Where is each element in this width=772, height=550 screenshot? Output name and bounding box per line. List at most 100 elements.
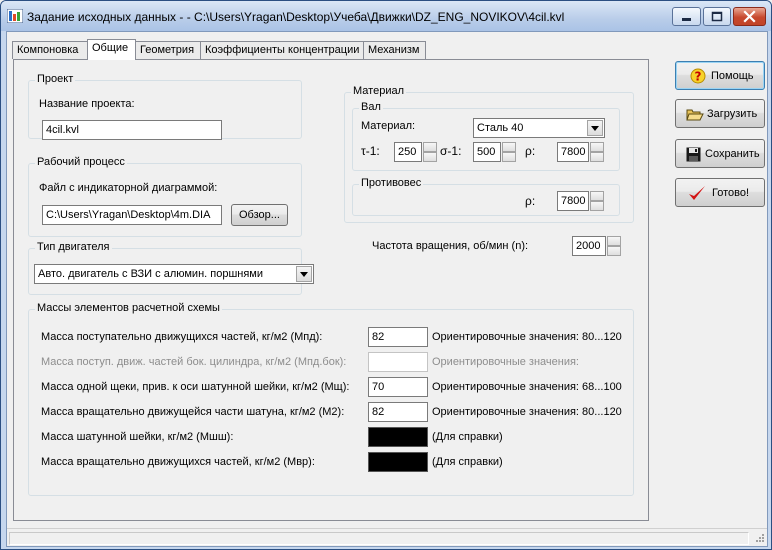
rpm-input[interactable]: 2000: [572, 236, 606, 256]
shaft-rho-spinner[interactable]: [590, 142, 604, 162]
tab-mechanism[interactable]: Механизм: [363, 41, 426, 59]
load-button[interactable]: Загрузить: [675, 99, 765, 128]
mass-rotating-output: [368, 452, 428, 472]
app-icon: [7, 9, 23, 23]
mass-hint: (Для справки): [432, 456, 503, 468]
mass-hint: (Для справки): [432, 431, 503, 443]
engine-type-value: Авто. двигатель с ВЗИ с алюмин. поршнями: [38, 268, 264, 280]
spin-up-button[interactable]: [590, 142, 604, 152]
minimize-icon: [682, 18, 691, 21]
sigma-label: σ-1:: [440, 144, 462, 158]
spin-down-button[interactable]: [502, 152, 516, 162]
floppy-disk-icon: [686, 147, 701, 162]
svg-text:?: ?: [695, 70, 702, 84]
spin-up-button[interactable]: [590, 191, 604, 201]
mass-hint: Ориентировочные значения: 80...120: [432, 406, 622, 418]
engine-type-select[interactable]: Авто. двигатель с ВЗИ с алюмин. поршнями: [34, 264, 314, 284]
spin-down-button[interactable]: [590, 152, 604, 162]
rpm-spinner[interactable]: [607, 236, 621, 256]
maximize-button[interactable]: [703, 7, 731, 26]
help-button-label: Помощь: [711, 69, 754, 82]
mass-crankpin-output: [368, 427, 428, 447]
mass-conrod-rotating-input[interactable]: 82: [368, 402, 428, 422]
counterweight-rho-label: ρ:: [525, 194, 536, 208]
tau-spinner[interactable]: [423, 142, 437, 162]
group-title: Тип двигателя: [35, 241, 112, 253]
engine-type-group: Тип двигателя Авто. двигатель с ВЗИ с ал…: [28, 241, 314, 295]
spin-up-button[interactable]: [502, 142, 516, 152]
tab-label: Геометрия: [140, 44, 195, 56]
project-name-label: Название проекта:: [39, 98, 135, 110]
minimize-button[interactable]: [672, 7, 701, 26]
maximize-icon: [711, 11, 723, 22]
mass-label: Масса одной щеки, прив. к оси шатунной ш…: [41, 381, 350, 393]
group-title: Вал: [359, 101, 383, 113]
masses-group: Массы элементов расчетной схемы Масса по…: [28, 302, 634, 496]
indicator-file-input[interactable]: C:\Users\Yragan\Desktop\4m.DIA: [42, 205, 222, 225]
title-bar[interactable]: Задание исходных данных - - C:\Users\Yra…: [1, 1, 771, 31]
checkmark-icon: [689, 186, 705, 200]
mass-label: Масса вращательно движущейся части шатун…: [41, 406, 345, 418]
folder-open-icon: [686, 109, 704, 121]
save-button[interactable]: Сохранить: [675, 139, 765, 168]
mass-label: Масса вращательно движущихся частей, кг/…: [41, 456, 315, 468]
spin-down-button[interactable]: [590, 201, 604, 211]
tau-label: τ-1:: [361, 144, 380, 158]
close-icon: [743, 10, 756, 23]
shaft-rho-label: ρ:: [525, 144, 536, 158]
tau-input[interactable]: 250: [394, 142, 422, 162]
browse-button[interactable]: Обзор...: [231, 204, 288, 226]
spin-down-button[interactable]: [607, 246, 621, 256]
help-button[interactable]: ? Помощь: [675, 61, 765, 90]
tab-geometry[interactable]: Геометрия: [135, 41, 201, 59]
sigma-spinner[interactable]: [502, 142, 516, 162]
group-title: Рабочий процесс: [35, 156, 127, 168]
tab-concentration-coefficients[interactable]: Коэффициенты концентрации: [200, 41, 364, 59]
sigma-input[interactable]: 500: [473, 142, 501, 162]
project-name-input[interactable]: 4cil.kvl: [42, 120, 222, 140]
tab-label: Коэффициенты концентрации: [205, 44, 360, 56]
load-button-label: Загрузить: [707, 107, 758, 120]
tab-layout[interactable]: Компоновка: [12, 41, 88, 59]
tab-general[interactable]: Общие: [87, 39, 136, 60]
shaft-material-select[interactable]: Сталь 40: [473, 118, 605, 138]
shaft-rho-input[interactable]: 7800: [557, 142, 589, 162]
resize-grip-icon[interactable]: [753, 533, 765, 545]
main-window: Задание исходных данных - - C:\Users\Yra…: [0, 0, 772, 550]
status-bar: [7, 528, 767, 547]
close-button[interactable]: [733, 7, 766, 26]
counterweight-rho-input[interactable]: 7800: [557, 191, 589, 211]
browse-button-label: Обзор...: [239, 209, 280, 221]
mass-cheek-input[interactable]: 70: [368, 377, 428, 397]
status-pane: [9, 532, 749, 545]
spin-up-button[interactable]: [423, 142, 437, 152]
counterweight-rho-spinner[interactable]: [590, 191, 604, 211]
tab-label: Компоновка: [17, 44, 79, 56]
question-icon: ?: [690, 68, 706, 84]
spin-down-button[interactable]: [423, 152, 437, 162]
mass-label: Масса поступ. движ. частей бок. цилиндра…: [41, 356, 347, 368]
mass-side-cylinder-input: [368, 352, 428, 372]
dialog-client-area: Компоновка Общие Геометрия Коэффициенты …: [6, 31, 768, 547]
tab-label: Механизм: [368, 44, 420, 56]
mass-translating-input[interactable]: 82: [368, 327, 428, 347]
group-title: Проект: [35, 73, 76, 85]
group-title: Материал: [351, 85, 406, 97]
mass-label: Масса шатунной шейки, кг/м2 (Мшш):: [41, 431, 234, 443]
dropdown-button[interactable]: [296, 266, 312, 282]
indicator-file-label: Файл с индикаторной диаграммой:: [39, 182, 218, 194]
done-button-label: Готово!: [712, 186, 750, 199]
mass-hint: Ориентировочные значения: 80...120: [432, 331, 622, 343]
chevron-down-icon: [300, 272, 308, 277]
shaft-material-value: Сталь 40: [477, 122, 524, 134]
done-button[interactable]: Готово!: [675, 178, 765, 207]
dropdown-button[interactable]: [587, 120, 603, 136]
shaft-group: Вал Материал: Сталь 40 τ-1: 250 σ-1: 500…: [352, 101, 620, 171]
mass-label: Масса поступательно движущихся частей, к…: [41, 331, 323, 343]
group-title: Противовес: [359, 177, 424, 189]
spin-up-button[interactable]: [607, 236, 621, 246]
tab-panel-general: Проект Название проекта: 4cil.kvl Рабочи…: [13, 59, 649, 521]
group-title: Массы элементов расчетной схемы: [35, 302, 222, 314]
rpm-label: Частота вращения, об/мин (n):: [372, 240, 529, 252]
material-group: Материал Вал Материал: Сталь 40 τ-1: 250…: [344, 85, 634, 223]
